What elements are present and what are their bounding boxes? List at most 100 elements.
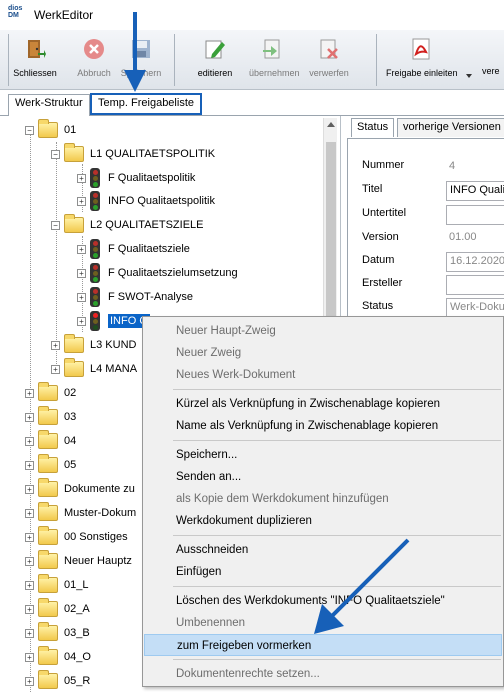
menu-item-new-branch[interactable]: Neuer Zweig xyxy=(144,342,502,364)
expand-icon[interactable]: + xyxy=(25,604,34,614)
expand-icon[interactable]: + xyxy=(25,436,34,446)
menu-item-add-as-copy[interactable]: als Kopie dem Werkdokument hinzufügen xyxy=(144,488,502,510)
folder-icon xyxy=(38,119,58,138)
menu-item-save[interactable]: Speichern... xyxy=(144,444,502,466)
expand-icon[interactable]: + xyxy=(51,364,60,374)
expand-icon[interactable]: + xyxy=(77,316,86,326)
close-button[interactable]: Schliessen xyxy=(12,36,58,86)
tab-temp-freigabeliste[interactable]: Temp. Freigabeliste xyxy=(90,93,202,115)
folder-icon xyxy=(38,646,58,665)
menu-item-new-main-branch[interactable]: Neuer Haupt-Zweig xyxy=(144,320,502,342)
accept-button[interactable]: übernehmen xyxy=(249,36,300,86)
folder-icon xyxy=(38,478,58,497)
annotation-arrow-down-icon xyxy=(124,12,146,92)
tree-node-folder[interactable]: +05_R xyxy=(25,670,90,692)
subtitle-field[interactable] xyxy=(446,205,504,225)
tree-node-l4[interactable]: + L4 MANA xyxy=(51,358,137,380)
expand-icon[interactable]: + xyxy=(77,268,86,278)
discard-button[interactable]: verwerfen xyxy=(306,36,352,86)
expand-icon[interactable]: + xyxy=(25,628,34,638)
tree-node-document[interactable]: + F Qualitaetsziele xyxy=(77,238,190,260)
tree-node-l2[interactable]: − L2 QUALITAETSZIELE xyxy=(51,214,204,236)
tab-status[interactable]: Status xyxy=(351,118,395,137)
expand-icon[interactable]: + xyxy=(51,340,60,350)
tree-node-folder[interactable]: +01_L xyxy=(25,574,88,596)
tab-werk-struktur[interactable]: Werk-Struktur xyxy=(8,94,90,116)
door-exit-icon xyxy=(28,40,46,58)
field-label-subtitle: Untertitel xyxy=(362,207,407,219)
menu-item-duplicate[interactable]: Werkdokument duplizieren xyxy=(144,510,502,532)
expand-icon[interactable]: + xyxy=(25,556,34,566)
tree-node-folder[interactable]: +00 Sonstiges xyxy=(25,526,128,548)
tree-node-selected[interactable]: + INFO Q xyxy=(77,310,150,332)
expand-icon[interactable]: + xyxy=(77,196,86,206)
dropdown-arrow-icon[interactable] xyxy=(466,74,472,78)
field-label-date: Datum xyxy=(362,254,395,266)
expand-icon[interactable]: + xyxy=(25,580,34,590)
tree-node-folder[interactable]: + Neuer Hauptz xyxy=(25,550,132,572)
edit-icon xyxy=(205,40,225,59)
scroll-up-icon[interactable] xyxy=(327,122,335,127)
tab-previous-versions[interactable]: vorherige Versionen xyxy=(397,118,504,137)
tree-node-l3[interactable]: + L3 KUND xyxy=(51,334,136,356)
traffic-light-icon xyxy=(90,263,100,283)
traffic-light-icon xyxy=(90,191,100,211)
toolbar-group-divider xyxy=(8,34,9,86)
more-button[interactable]: vere xyxy=(482,36,504,86)
number-value: 4 xyxy=(449,160,456,172)
window-title: WerkEditor xyxy=(34,8,94,22)
folder-icon xyxy=(38,454,58,473)
status-field[interactable]: Werk-Dokum xyxy=(446,298,504,318)
menu-item-send-to[interactable]: Senden an... xyxy=(144,466,502,488)
expand-icon[interactable]: + xyxy=(25,652,34,662)
expand-icon[interactable]: + xyxy=(77,244,86,254)
folder-icon xyxy=(38,382,58,401)
field-label-number: Nummer xyxy=(362,159,405,171)
tree-node-folder[interactable]: +03_B xyxy=(25,622,90,644)
expand-icon[interactable]: + xyxy=(25,412,34,422)
accept-icon xyxy=(263,39,280,59)
tree-node-folder[interactable]: +02 xyxy=(25,382,76,404)
menu-item-document-rights[interactable]: Dokumentenrechte setzen... xyxy=(144,663,502,685)
title-bar: dios DM WerkEditor xyxy=(0,0,504,30)
field-label-title: Titel xyxy=(362,183,383,195)
tree-node-folder[interactable]: +04_O xyxy=(25,646,91,668)
cancel-button[interactable]: Abbruch xyxy=(71,36,117,86)
expand-icon[interactable]: + xyxy=(77,173,86,183)
expand-icon[interactable]: + xyxy=(25,484,34,494)
toolbar: Schliessen Abbruch Speichern editieren ü… xyxy=(0,30,504,90)
release-button[interactable]: Freigabe einleiten xyxy=(386,36,458,86)
expand-icon[interactable]: + xyxy=(77,292,86,302)
folder-icon xyxy=(64,334,84,353)
tree-node-document[interactable]: + F Qualitaetspolitik xyxy=(77,167,195,189)
tree-node-document[interactable]: + F SWOT-Analyse xyxy=(77,286,193,308)
scrollbar-thumb[interactable] xyxy=(326,142,336,342)
expand-icon[interactable]: + xyxy=(25,676,34,686)
creator-field[interactable] xyxy=(446,275,504,295)
tree-node-folder[interactable]: +04 xyxy=(25,430,76,452)
menu-separator xyxy=(173,659,501,660)
edit-button[interactable]: editieren xyxy=(192,36,238,86)
tree-node-root[interactable]: −01 xyxy=(25,119,76,141)
tree-node-folder[interactable]: + Dokumente zu xyxy=(25,478,135,500)
expand-icon[interactable]: + xyxy=(25,460,34,470)
tree-node-folder[interactable]: +05 xyxy=(25,454,76,476)
menu-item-copy-name-link[interactable]: Name als Verknüpfung in Zwischenablage k… xyxy=(144,415,502,437)
tree-node-folder[interactable]: + Muster-Dokum xyxy=(25,502,136,524)
collapse-icon[interactable]: − xyxy=(51,220,60,230)
title-field[interactable]: INFO Qualit xyxy=(446,181,504,201)
date-field[interactable]: 16.12.2020 xyxy=(446,252,504,272)
tree-node-document[interactable]: + F Qualitaetszielumsetzung xyxy=(77,262,238,284)
expand-icon[interactable]: + xyxy=(25,508,34,518)
tree-node-folder[interactable]: +02_A xyxy=(25,598,90,620)
collapse-icon[interactable]: − xyxy=(51,149,60,159)
tree-node-folder[interactable]: +03 xyxy=(25,406,76,428)
expand-icon[interactable]: + xyxy=(25,388,34,398)
tree-node-document[interactable]: + INFO Qualitaetspolitik xyxy=(77,190,215,212)
folder-icon xyxy=(38,622,58,641)
menu-item-new-document[interactable]: Neues Werk-Dokument xyxy=(144,364,502,386)
tree-node-l1[interactable]: − L1 QUALITAETSPOLITIK xyxy=(51,143,215,165)
collapse-icon[interactable]: − xyxy=(25,125,34,135)
expand-icon[interactable]: + xyxy=(25,532,34,542)
menu-item-copy-code-link[interactable]: Kürzel als Verknüpfung in Zwischenablage… xyxy=(144,393,502,415)
